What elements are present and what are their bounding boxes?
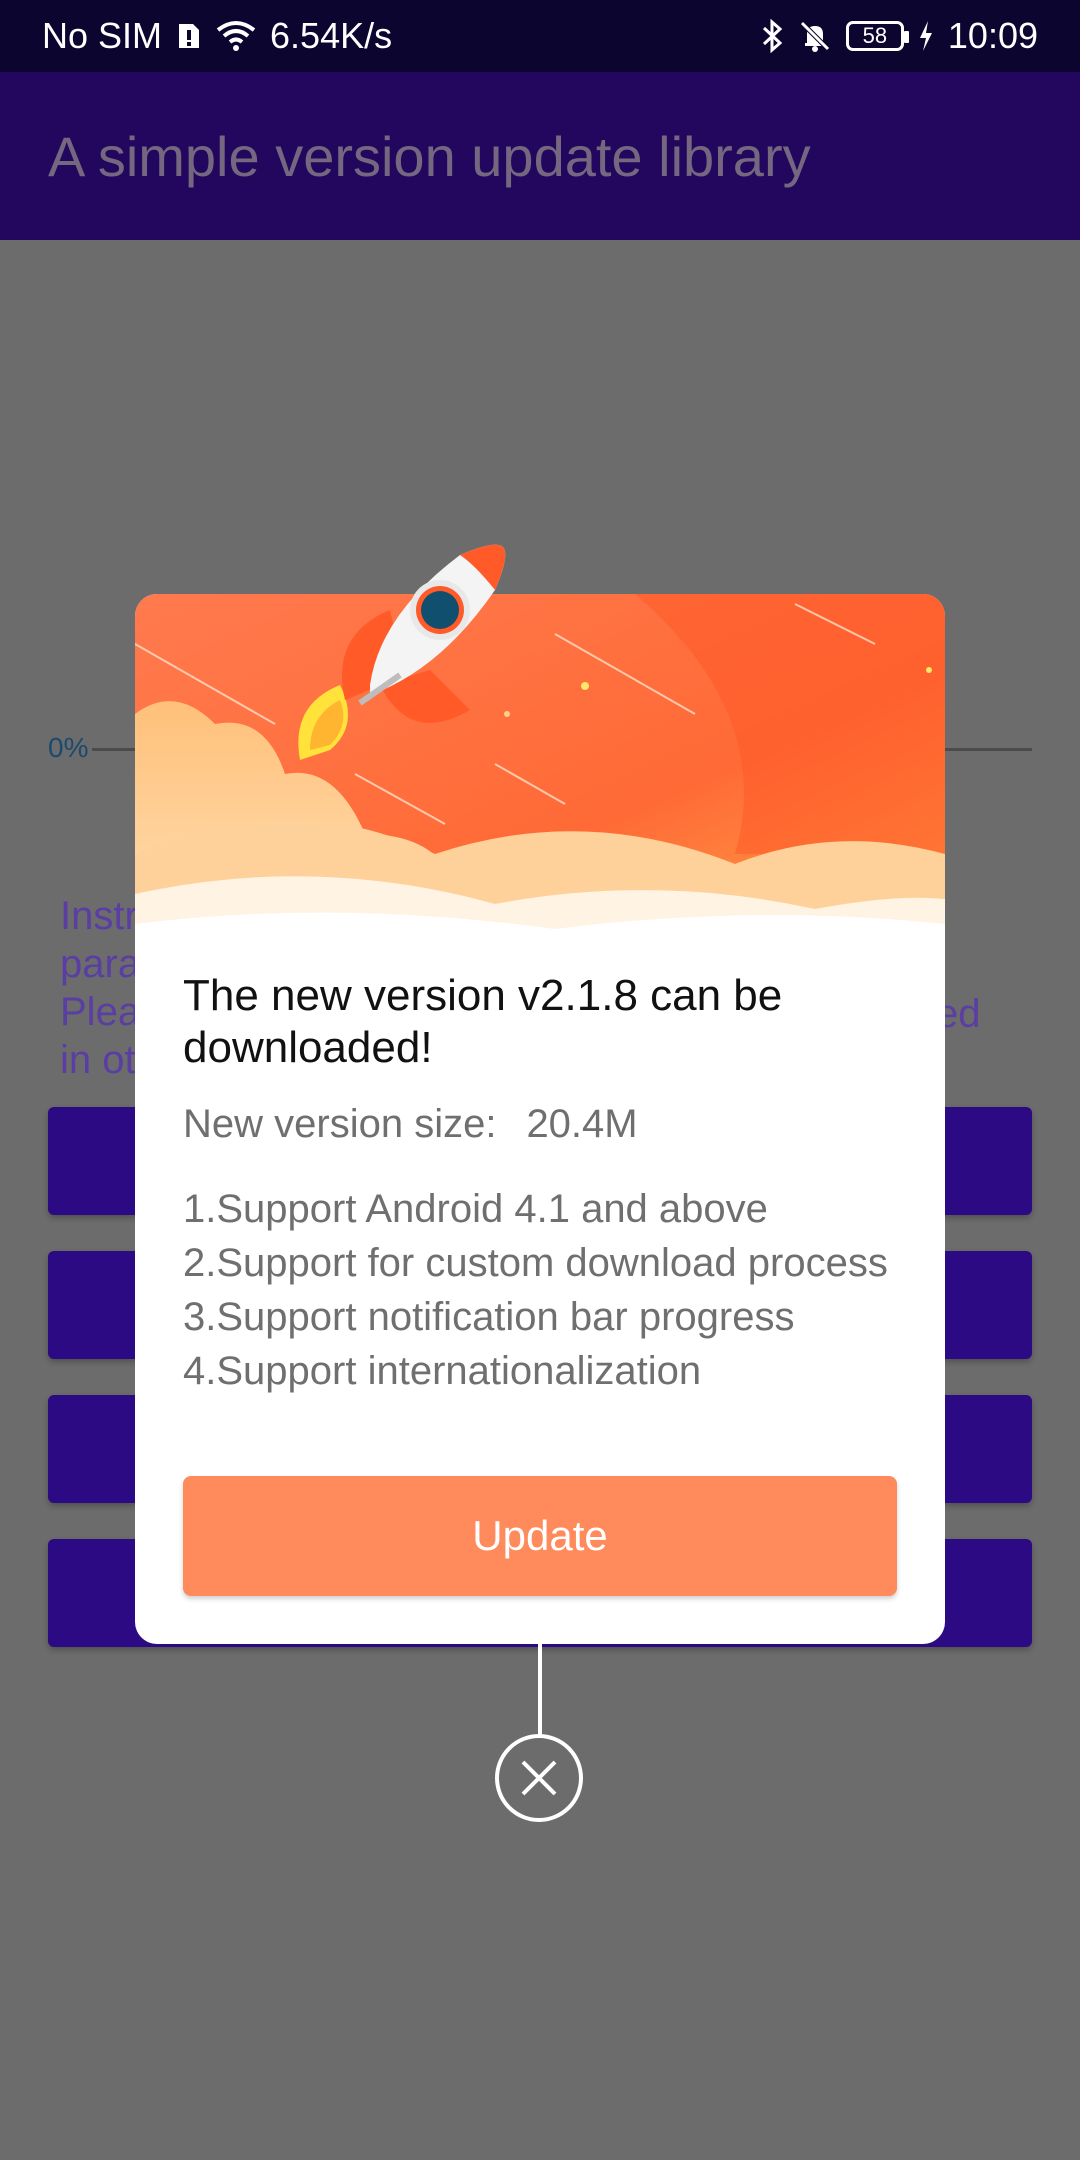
version-size-row: New version size: 20.4M xyxy=(183,1102,638,1147)
status-left: No SIM 6.54K/s xyxy=(42,15,392,57)
update-button[interactable]: Update xyxy=(183,1476,897,1596)
mute-icon xyxy=(798,19,832,53)
bluetooth-icon xyxy=(760,19,784,53)
dialog-title: The new version v2.1.8 can be downloaded… xyxy=(183,971,783,1072)
app-title: A simple version update library xyxy=(48,124,811,188)
wifi-icon xyxy=(216,20,256,52)
version-size-value: 20.4M xyxy=(526,1102,638,1146)
close-button[interactable] xyxy=(495,1734,583,1822)
close-connector-line xyxy=(538,1644,542,1736)
carrier-text: No SIM xyxy=(42,15,163,56)
rocket-icon xyxy=(298,544,506,760)
close-icon xyxy=(521,1760,557,1796)
dialog-banner-illustration xyxy=(135,594,945,964)
net-speed-text: 6.54K/s xyxy=(270,15,393,56)
clock: 10:09 xyxy=(947,15,1038,56)
battery-indicator: 58 xyxy=(845,21,909,51)
version-size-label: New version size: xyxy=(183,1102,497,1146)
battery-level: 58 xyxy=(862,23,888,48)
status-bar: No SIM 6.54K/s 58 10:09 xyxy=(0,0,1080,72)
release-note-item: 3.Support notification bar progress xyxy=(183,1295,795,1339)
charging-icon xyxy=(918,20,934,52)
release-note-item: 2.Support for custom download process xyxy=(183,1241,888,1285)
status-right: 58 10:09 xyxy=(760,15,1038,57)
app-bar: A simple version update library xyxy=(0,72,1080,240)
download-progress-label: 0% xyxy=(48,732,89,763)
release-note-item: 4.Support internationalization xyxy=(183,1349,702,1393)
release-notes: 1.Support Android 4.1 and above 2.Suppor… xyxy=(183,1182,903,1398)
update-dialog: The new version v2.1.8 can be downloaded… xyxy=(135,594,945,1644)
release-note-item: 1.Support Android 4.1 and above xyxy=(183,1187,768,1231)
sim-alert-icon xyxy=(176,21,202,51)
